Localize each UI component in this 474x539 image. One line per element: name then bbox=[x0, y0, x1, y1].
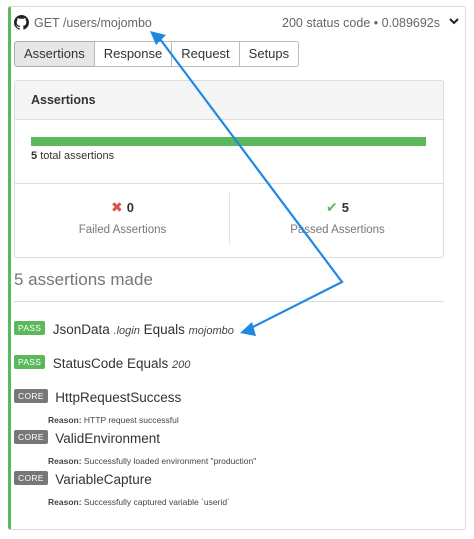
tab-assertions[interactable]: Assertions bbox=[14, 41, 95, 67]
reason-label: Reason: bbox=[48, 456, 82, 466]
pass-badge: PASS bbox=[14, 355, 46, 369]
assertion-value: 200 bbox=[172, 359, 191, 371]
assertion-name: HttpRequestSuccess bbox=[55, 390, 182, 405]
tab-response[interactable]: Response bbox=[93, 41, 173, 67]
tab-request[interactable]: Request bbox=[171, 41, 240, 67]
total-assertions: 5 total assertions bbox=[31, 150, 114, 162]
request-header[interactable]: GET /users/mojombo 200 status code • 0.0… bbox=[14, 13, 462, 33]
chevron-down-icon[interactable] bbox=[448, 15, 460, 27]
assertion-reason: Reason: Successfully captured variable `… bbox=[48, 497, 230, 507]
reason-text: Successfully loaded environment "product… bbox=[83, 456, 257, 466]
github-icon bbox=[14, 15, 29, 30]
passed-count: 5 bbox=[341, 200, 349, 215]
tab-bar: Assertions Response Request Setups bbox=[14, 41, 300, 67]
failed-stat: ✖ 0 Failed Assertions bbox=[15, 199, 230, 236]
reason-text: Successfully captured variable `userid` bbox=[83, 497, 230, 507]
core-badge: CORE bbox=[14, 389, 48, 403]
assertions-panel: Assertions 5 total assertions ✖ 0 Failed … bbox=[14, 80, 444, 258]
assertion-op: Equals bbox=[143, 322, 185, 337]
core-badge: CORE bbox=[14, 471, 48, 485]
assertion-item: PASS JsonData .login Equals mojombo bbox=[14, 321, 234, 339]
assertion-name: ValidEnvironment bbox=[55, 431, 161, 446]
tab-setups[interactable]: Setups bbox=[238, 41, 300, 67]
assertions-made-heading: 5 assertions made bbox=[14, 270, 153, 289]
reason-label: Reason: bbox=[48, 415, 82, 425]
assertion-item: PASS StatusCode Equals 200 bbox=[14, 355, 190, 373]
assertion-name: VariableCapture bbox=[55, 472, 152, 487]
assertion-value: mojombo bbox=[188, 325, 234, 337]
reason-text: HTTP request successful bbox=[83, 415, 179, 425]
failed-count: 0 bbox=[126, 200, 134, 215]
pass-badge: PASS bbox=[14, 321, 46, 335]
passed-label: Passed Assertions bbox=[290, 224, 385, 236]
passed-stat: ✔ 5 Passed Assertions bbox=[230, 199, 445, 236]
request-title: GET /users/mojombo bbox=[34, 16, 152, 30]
panel-title: Assertions bbox=[15, 81, 443, 120]
failed-label: Failed Assertions bbox=[78, 224, 167, 236]
reason-label: Reason: bbox=[48, 497, 82, 507]
divider bbox=[14, 301, 444, 302]
total-label: total assertions bbox=[40, 150, 115, 162]
check-icon: ✔ bbox=[326, 199, 338, 215]
progress-bar bbox=[31, 137, 426, 146]
assertion-item: CORE ValidEnvironment bbox=[14, 430, 160, 448]
assertion-field: .login bbox=[113, 325, 140, 337]
progress-fill bbox=[31, 137, 426, 146]
core-badge: CORE bbox=[14, 430, 48, 444]
assertion-reason: Reason: HTTP request successful bbox=[48, 415, 179, 425]
assertion-item: CORE HttpRequestSuccess bbox=[14, 389, 181, 407]
assertion-reason: Reason: Successfully loaded environment … bbox=[48, 456, 256, 466]
assertion-item: CORE VariableCapture bbox=[14, 471, 152, 489]
divider bbox=[15, 183, 443, 184]
status-text: 200 status code • 0.089692s bbox=[282, 16, 440, 30]
total-count: 5 bbox=[31, 150, 38, 162]
x-icon: ✖ bbox=[111, 199, 123, 215]
assertion-type: StatusCode Equals bbox=[52, 356, 169, 371]
assertion-type: JsonData bbox=[52, 322, 110, 337]
